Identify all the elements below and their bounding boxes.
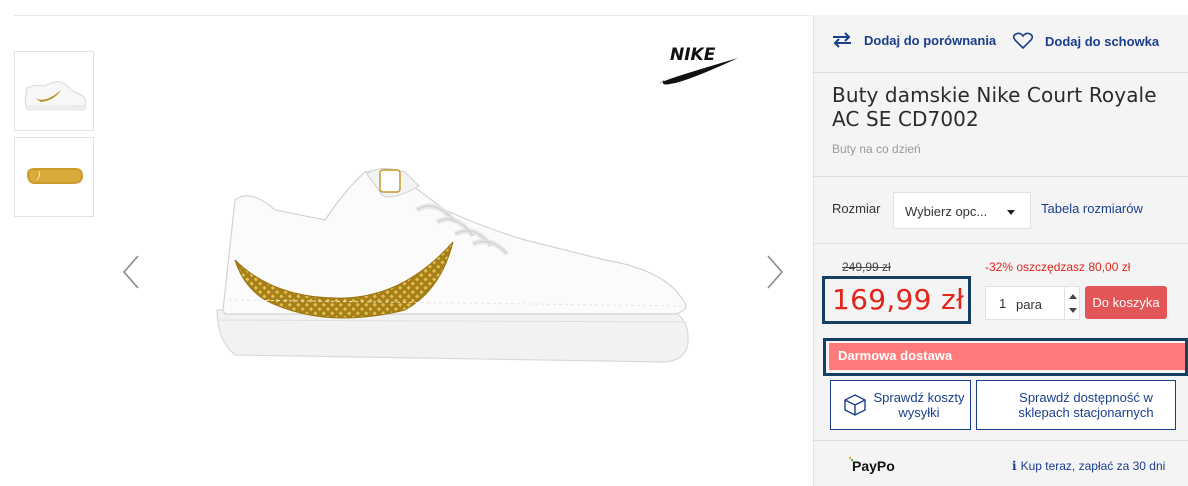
top-divider bbox=[14, 15, 811, 16]
size-select-value: Wybierz opc... bbox=[905, 204, 988, 219]
info-icon: i bbox=[1012, 459, 1017, 473]
size-label: Rozmiar bbox=[832, 201, 881, 216]
size-table-link[interactable]: Tabela rozmiarów bbox=[1041, 201, 1143, 216]
nike-swoosh-icon: NIKE bbox=[659, 45, 738, 85]
compare-arrows-icon bbox=[833, 32, 851, 48]
old-price: 249,99 zł bbox=[842, 260, 891, 274]
chevron-left-icon bbox=[122, 255, 139, 289]
paypo-logo: PayPo bbox=[849, 457, 895, 474]
add-to-cart-button[interactable]: Do koszyka bbox=[1085, 286, 1167, 319]
package-box-icon bbox=[844, 394, 866, 416]
savings-text: -32% oszczędzasz 80,00 zł bbox=[985, 260, 1131, 274]
shoe-side-thumbnail-image bbox=[24, 81, 87, 111]
wishlist-label: Dodaj do schowka bbox=[1045, 33, 1160, 49]
svg-text:NIKE: NIKE bbox=[670, 45, 716, 65]
heart-icon bbox=[1013, 32, 1033, 50]
gallery-next-arrow[interactable] bbox=[762, 252, 786, 292]
paypo-info-text: Kup teraz, zapłać za 30 dni bbox=[1020, 459, 1166, 473]
panel-divider bbox=[813, 72, 1188, 73]
size-select[interactable]: Wybierz opc... bbox=[893, 192, 1031, 229]
check-shipping-cost-button[interactable]: Sprawdź koszty wysyłki bbox=[830, 380, 971, 430]
caret-down-icon bbox=[1007, 210, 1015, 215]
quantity-stepper[interactable]: 1 para bbox=[985, 286, 1080, 320]
product-title: Buty damskie Nike Court Royale AC SE CD7… bbox=[832, 83, 1157, 131]
paypo-dot-icon bbox=[849, 457, 853, 461]
current-price: 169,99 zł bbox=[832, 283, 965, 316]
panel-divider bbox=[813, 243, 1188, 244]
gallery-prev-arrow[interactable] bbox=[120, 252, 144, 292]
check-shipping-cost-label: Sprawdź koszty wysyłki bbox=[873, 390, 965, 420]
stepper-controls bbox=[1064, 287, 1080, 319]
thumbnail-side-view[interactable] bbox=[14, 51, 94, 131]
check-store-availability-label: Sprawdź dostępność w sklepach stacjonarn… bbox=[1018, 390, 1154, 420]
shoe-sole-thumbnail-image bbox=[27, 168, 83, 184]
check-store-availability-button[interactable]: Sprawdź dostępność w sklepach stacjonarn… bbox=[976, 380, 1176, 430]
quantity-value[interactable]: 1 bbox=[999, 296, 1006, 311]
compare-label: Dodaj do porównania bbox=[864, 32, 997, 48]
free-shipping-banner: Darmowa dostawa bbox=[829, 343, 1185, 370]
nike-logo: NIKE bbox=[656, 42, 740, 90]
panel-divider bbox=[813, 440, 1188, 441]
compare-button[interactable]: Dodaj do porównania bbox=[832, 32, 996, 48]
product-main-image[interactable] bbox=[205, 150, 705, 374]
decrement-arrow-icon[interactable] bbox=[1069, 308, 1077, 313]
panel-divider bbox=[813, 176, 1188, 177]
paypo-info-link[interactable]: i Kup teraz, zapłać za 30 dni bbox=[1012, 459, 1165, 473]
shoe-main-image bbox=[216, 168, 689, 363]
increment-arrow-icon[interactable] bbox=[1069, 294, 1077, 299]
wishlist-button[interactable]: Dodaj do schowka bbox=[1013, 32, 1159, 50]
product-category: Buty na co dzień bbox=[832, 142, 921, 156]
thumbnail-sole-view[interactable] bbox=[14, 137, 94, 217]
paypo-logo-text: PayPo bbox=[852, 458, 895, 474]
quantity-unit: para bbox=[1016, 297, 1043, 312]
chevron-right-icon bbox=[767, 255, 784, 289]
